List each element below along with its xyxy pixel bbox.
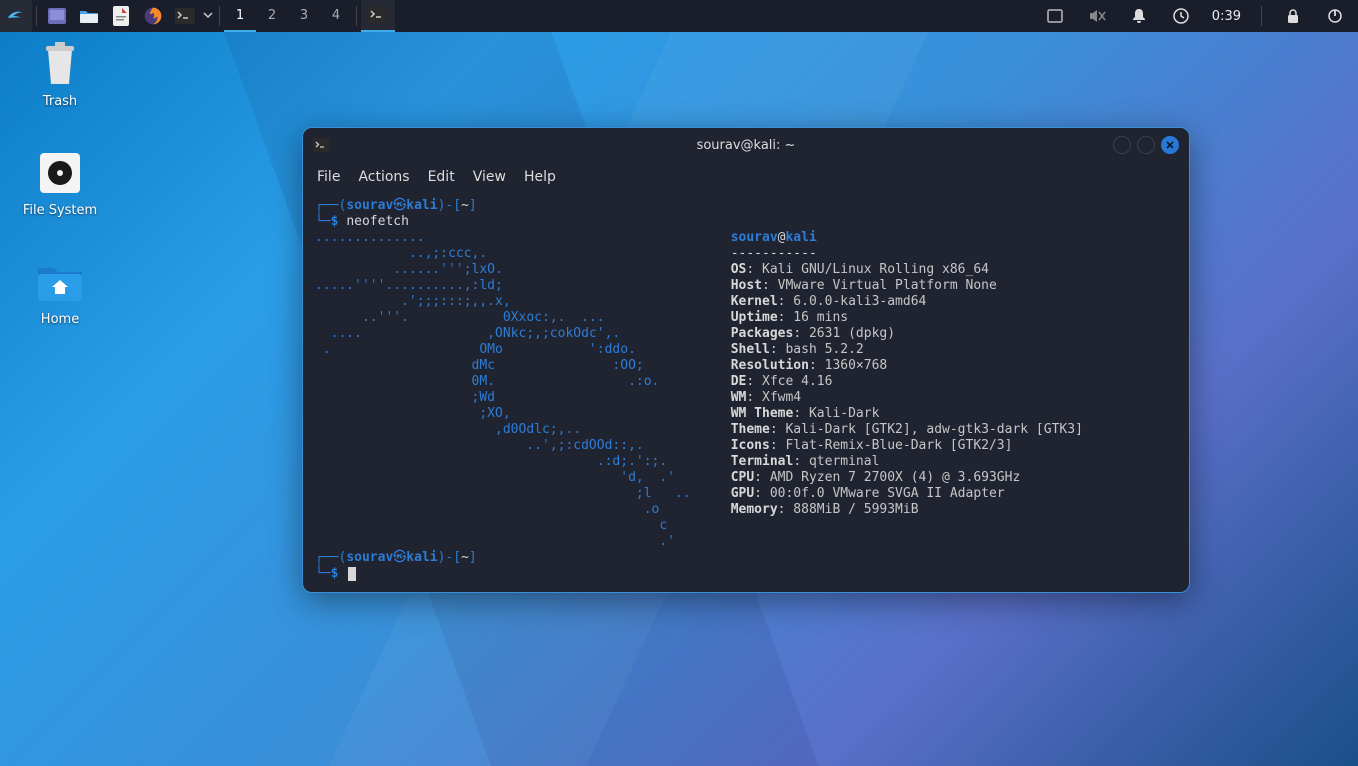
desktop-icon-label: File System <box>23 203 97 218</box>
menu-view[interactable]: View <box>473 169 506 185</box>
tray-volume-button[interactable] <box>1082 0 1112 32</box>
separator <box>1261 6 1262 26</box>
text-editor-button[interactable] <box>105 0 137 32</box>
separator <box>36 6 37 26</box>
menu-edit[interactable]: Edit <box>428 169 455 185</box>
window-minimize-button[interactable] <box>1113 136 1131 154</box>
volume-mute-icon <box>1086 5 1108 27</box>
firefox-button[interactable] <box>137 0 169 32</box>
neofetch-ascii: .............. ..,;:ccc,. ......''';lxO.… <box>315 230 691 550</box>
menu-file[interactable]: File <box>317 169 340 185</box>
text-editor-icon <box>110 5 132 27</box>
top-panel: 1 2 3 4 0:39 <box>0 0 1358 32</box>
terminal-icon <box>367 4 389 26</box>
workspace-4[interactable]: 4 <box>320 0 352 32</box>
show-desktop-button[interactable] <box>41 0 73 32</box>
clock[interactable]: 0:39 <box>1208 0 1245 32</box>
separator <box>219 6 220 26</box>
menu-kali-button[interactable] <box>0 0 32 32</box>
trash-icon <box>36 40 84 88</box>
taskbar-terminal[interactable] <box>361 0 395 32</box>
tray-dropbox-button[interactable] <box>1040 0 1070 32</box>
bell-icon <box>1128 5 1150 27</box>
file-manager-button[interactable] <box>73 0 105 32</box>
tray-notifications-button[interactable] <box>1124 0 1154 32</box>
desktop: Trash File System Home <box>10 40 110 327</box>
desktop-icon-home[interactable]: Home <box>10 258 110 327</box>
firefox-icon <box>142 5 164 27</box>
terminal-dropdown-button[interactable] <box>201 0 215 32</box>
terminal-menubar: File Actions Edit View Help <box>303 162 1189 192</box>
logout-icon <box>1324 5 1346 27</box>
terminal-cursor <box>348 567 356 581</box>
folder-icon <box>78 5 100 27</box>
terminal-icon <box>174 5 196 27</box>
desktop-icon-trash[interactable]: Trash <box>10 40 110 109</box>
terminal-icon <box>313 138 329 152</box>
workspace-switcher: 1 2 3 4 <box>224 0 352 32</box>
desktop-icon <box>46 5 68 27</box>
window-title: sourav@kali: ~ <box>303 138 1189 153</box>
window-maximize-button[interactable] <box>1137 136 1155 154</box>
workspace-1[interactable]: 1 <box>224 0 256 32</box>
box-icon <box>1044 5 1066 27</box>
home-folder-icon <box>36 258 84 306</box>
workspace-2[interactable]: 2 <box>256 0 288 32</box>
system-tray: 0:39 <box>1040 0 1358 32</box>
terminal-body[interactable]: ┌──(sourav㉿kali)-[~] └─$ neofetch ......… <box>303 192 1189 592</box>
chevron-down-icon <box>203 9 213 24</box>
window-close-button[interactable] <box>1161 136 1179 154</box>
titlebar[interactable]: sourav@kali: ~ <box>303 128 1189 162</box>
power-manager-icon <box>1170 5 1192 27</box>
tray-logout-button[interactable] <box>1320 0 1350 32</box>
terminal-button[interactable] <box>169 0 201 32</box>
menu-actions[interactable]: Actions <box>358 169 409 185</box>
desktop-icon-filesystem[interactable]: File System <box>10 149 110 218</box>
desktop-icon-label: Home <box>41 312 79 327</box>
neofetch-info: sourav@kali ----------- OS: Kali GNU/Lin… <box>731 230 1083 550</box>
terminal-window: sourav@kali: ~ File Actions Edit View He… <box>302 127 1190 593</box>
menu-help[interactable]: Help <box>524 169 556 185</box>
drive-icon <box>36 149 84 197</box>
workspace-3[interactable]: 3 <box>288 0 320 32</box>
separator <box>356 6 357 26</box>
tray-lock-button[interactable] <box>1278 0 1308 32</box>
lock-icon <box>1282 5 1304 27</box>
tray-power-button[interactable] <box>1166 0 1196 32</box>
kali-logo-icon <box>5 5 27 27</box>
desktop-icon-label: Trash <box>43 94 77 109</box>
